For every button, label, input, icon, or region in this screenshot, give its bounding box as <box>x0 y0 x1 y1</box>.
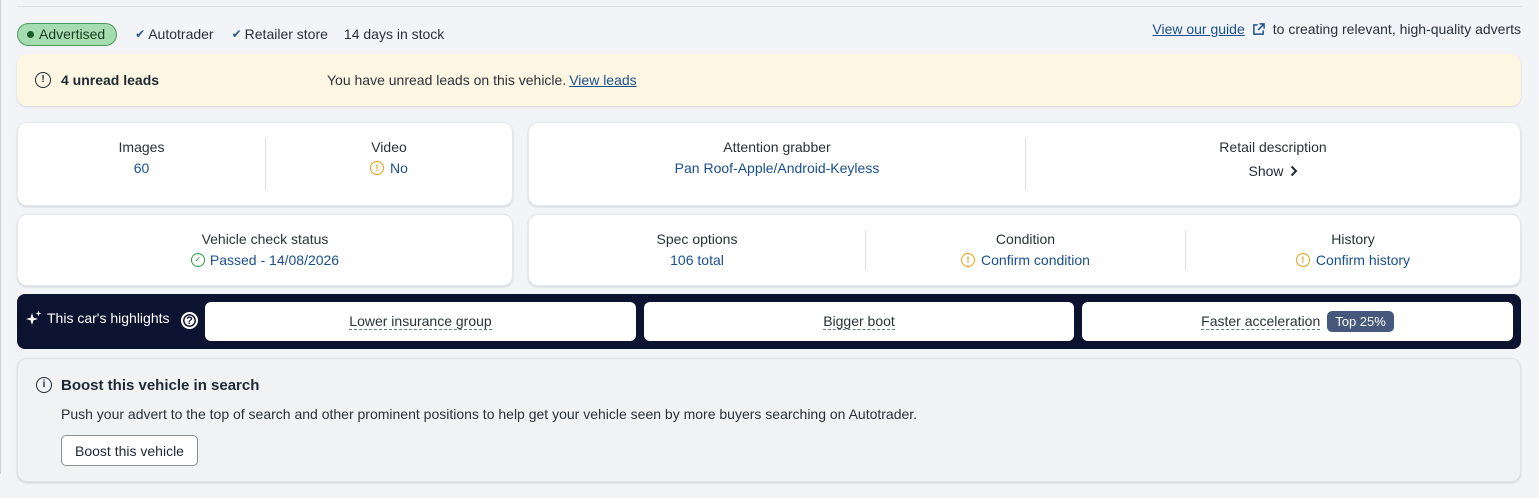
condition-cell: Condition ! Confirm condition <box>866 215 1185 285</box>
spec-options-cell: Spec options 106 total <box>529 215 865 285</box>
highlight-chip-faster-acceleration[interactable]: Faster acceleration Top 25% <box>1082 302 1513 341</box>
advertised-label: Advertised <box>39 26 106 42</box>
vehicle-check-card: Vehicle check status ✓ Passed - 14/08/20… <box>17 214 513 286</box>
check-icon: ✔ <box>231 27 242 41</box>
confirm-condition-link[interactable]: ! Confirm condition <box>961 252 1090 268</box>
retail-description-cell: Retail description Show <box>1026 123 1520 205</box>
spec-card: Spec options 106 total Condition ! Confi… <box>528 214 1521 286</box>
retail-description-label: Retail description <box>1219 139 1327 155</box>
show-retail-description-button[interactable]: Show <box>1248 163 1297 179</box>
confirm-history-link[interactable]: ! Confirm history <box>1295 252 1411 268</box>
condition-label: Condition <box>995 231 1056 247</box>
attention-card: Attention grabber Pan Roof-Apple/Android… <box>528 122 1521 206</box>
show-label: Show <box>1248 163 1284 179</box>
boost-vehicle-button[interactable]: Boost this vehicle <box>61 435 198 466</box>
highlight-chip-bigger-boot[interactable]: Bigger boot <box>644 302 1074 341</box>
vehicle-check-cell: Vehicle check status ✓ Passed - 14/08/20… <box>18 215 512 285</box>
spec-options-label: Spec options <box>656 231 738 247</box>
vehicle-check-status[interactable]: ✓ Passed - 14/08/2026 <box>190 252 340 268</box>
warning-icon: ! <box>961 253 976 267</box>
media-card: Images 60 Video ! No <box>17 122 513 206</box>
status-tag-autotrader: ✔ Autotrader <box>135 26 213 42</box>
history-label: History <box>1331 231 1375 247</box>
top-divider <box>17 6 1522 7</box>
highlight-label: Bigger boot <box>823 313 895 330</box>
status-tag-retailer-store: ✔ Retailer store <box>232 26 328 42</box>
spec-options-value[interactable]: 106 total <box>670 252 724 268</box>
check-icon: ✔ <box>135 27 146 41</box>
highlights-bar: This car's highlights ? Lower insurance … <box>17 294 1521 349</box>
guide-text: to creating relevant, high-quality adver… <box>1272 21 1521 37</box>
history-value: Confirm history <box>1315 252 1411 268</box>
warning-icon: ! <box>370 161 385 175</box>
attention-grabber-label: Attention grabber <box>723 139 831 155</box>
chevron-right-icon <box>1290 165 1297 177</box>
images-cell: Images 60 <box>18 123 265 205</box>
images-label: Images <box>118 139 165 155</box>
external-link-icon <box>1252 22 1265 35</box>
sparkle-icon <box>26 310 42 325</box>
video-cell: Video ! No <box>266 123 512 205</box>
top-percent-badge: Top 25% <box>1327 311 1394 332</box>
highlight-chip-lower-insurance[interactable]: Lower insurance group <box>205 302 636 341</box>
advertised-badge: Advertised <box>17 22 118 46</box>
boost-panel: i Boost this vehicle in search Push your… <box>17 358 1521 482</box>
status-dot-icon <box>27 30 34 38</box>
boost-title: Boost this vehicle in search <box>61 377 260 394</box>
help-icon[interactable]: ? <box>181 312 198 329</box>
check-circle-icon: ✓ <box>190 253 205 267</box>
highlight-label: Lower insurance group <box>349 313 492 330</box>
warning-icon: ! <box>1295 253 1310 267</box>
alert-icon: ! <box>35 72 51 88</box>
highlight-label: Faster acceleration <box>1201 313 1321 330</box>
boost-description: Push your advert to the top of search an… <box>61 406 918 422</box>
history-cell: History ! Confirm history <box>1186 215 1520 285</box>
status-tag-label: Retailer store <box>244 26 328 42</box>
view-leads-link[interactable]: View leads <box>569 72 636 88</box>
attention-grabber-cell: Attention grabber Pan Roof-Apple/Android… <box>529 123 1025 205</box>
video-value: No <box>390 160 408 176</box>
info-icon: i <box>36 377 52 393</box>
vehicle-check-label: Vehicle check status <box>201 231 329 247</box>
status-row: Advertised ✔ Autotrader ✔ Retailer store… <box>17 22 444 46</box>
view-guide-link[interactable]: View our guide <box>1152 21 1244 37</box>
unread-leads-banner: ! 4 unread leads You have unread leads o… <box>17 54 1521 106</box>
unread-leads-message: You have unread leads on this vehicle. <box>327 72 567 88</box>
highlights-title-text: This car's highlights <box>47 310 170 326</box>
video-label: Video <box>371 139 407 155</box>
vehicle-check-value: Passed - 14/08/2026 <box>209 252 340 268</box>
guide-notice: View our guide to creating relevant, hig… <box>1152 21 1521 37</box>
condition-value: Confirm condition <box>981 252 1090 268</box>
page-left-border <box>0 0 1 474</box>
highlights-title: This car's highlights <box>26 310 170 326</box>
attention-grabber-value[interactable]: Pan Roof-Apple/Android-Keyless <box>675 160 880 176</box>
unread-leads-count: 4 unread leads <box>61 72 160 88</box>
days-in-stock: 14 days in stock <box>343 26 445 42</box>
status-tag-label: Autotrader <box>148 26 214 42</box>
images-count[interactable]: 60 <box>134 160 150 176</box>
video-status[interactable]: ! No <box>370 160 408 176</box>
